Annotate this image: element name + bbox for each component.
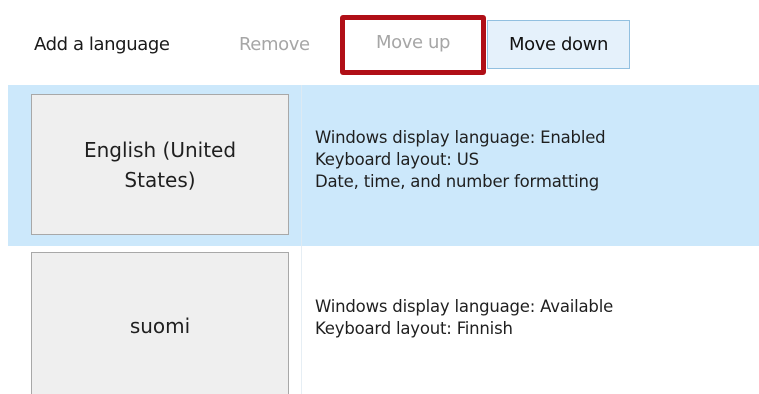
row-divider xyxy=(301,85,302,246)
keyboard-layout: Keyboard layout: US xyxy=(315,150,479,169)
language-tile-english[interactable]: English (United States) xyxy=(31,94,289,235)
move-up-button[interactable]: Move up xyxy=(340,15,486,75)
remove-language-button[interactable]: Remove xyxy=(239,34,310,56)
language-list: English (United States) Windows display … xyxy=(8,85,759,394)
language-details-suomi: Windows display language: Available Keyb… xyxy=(315,296,613,340)
language-row-suomi[interactable]: suomi Windows display language: Availabl… xyxy=(8,246,759,394)
display-language-status: Windows display language: Enabled xyxy=(315,128,606,147)
add-language-button[interactable]: Add a language xyxy=(34,34,170,56)
language-preferences-panel: Add a language Remove Move up Move down … xyxy=(0,0,759,394)
formatting-note: Date, time, and number formatting xyxy=(315,172,600,191)
language-tile-suomi[interactable]: suomi xyxy=(31,252,289,394)
language-row-english[interactable]: English (United States) Windows display … xyxy=(8,85,759,246)
display-language-status: Windows display language: Available xyxy=(315,297,614,316)
language-details-english: Windows display language: Enabled Keyboa… xyxy=(315,127,606,193)
language-toolbar: Add a language Remove Move up Move down xyxy=(0,0,759,88)
row-divider xyxy=(301,246,302,394)
move-down-button[interactable]: Move down xyxy=(487,20,630,69)
keyboard-layout: Keyboard layout: Finnish xyxy=(315,319,513,338)
